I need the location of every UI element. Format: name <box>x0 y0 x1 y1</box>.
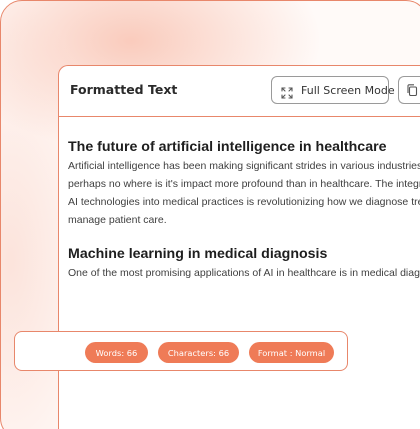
expand-corners-icon <box>281 84 293 99</box>
formatted-text-panel: Formatted Text Full Screen Mode The futu… <box>58 65 420 429</box>
paragraph-line: Artificial intelligence has been making … <box>68 160 420 172</box>
panel-header: Formatted Text Full Screen Mode <box>59 66 420 117</box>
paragraph-line: AI technologies into medical practices i… <box>68 196 420 208</box>
copy-button[interactable] <box>398 76 420 104</box>
full-screen-mode-button[interactable]: Full Screen Mode <box>271 76 395 104</box>
panel-title: Formatted Text <box>70 82 178 97</box>
section-paragraph: One of the most promising applications o… <box>68 264 420 282</box>
stats-bar: Words: 66 Characters: 66 Format : Normal <box>14 331 348 371</box>
section-paragraph: Artificial intelligence has been making … <box>68 157 420 229</box>
copy-icon <box>406 81 418 100</box>
paragraph-line: perhaps no where is it's impact more pro… <box>68 178 420 190</box>
stage: Formatted Text Full Screen Mode The futu… <box>0 0 420 429</box>
paragraph-line: manage patient care. <box>68 214 167 226</box>
format-badge: Format : Normal <box>249 342 334 363</box>
section-heading: Machine learning in medical diagnosis <box>68 246 328 262</box>
character-count-badge: Characters: 66 <box>158 342 239 363</box>
full-screen-mode-label: Full Screen Mode <box>301 83 395 97</box>
document-content: The future of artificial intelligence in… <box>68 138 420 282</box>
paragraph-line: One of the most promising applications o… <box>68 267 420 279</box>
word-count-badge: Words: 66 <box>85 342 148 363</box>
section-heading: The future of artificial intelligence in… <box>68 139 387 155</box>
